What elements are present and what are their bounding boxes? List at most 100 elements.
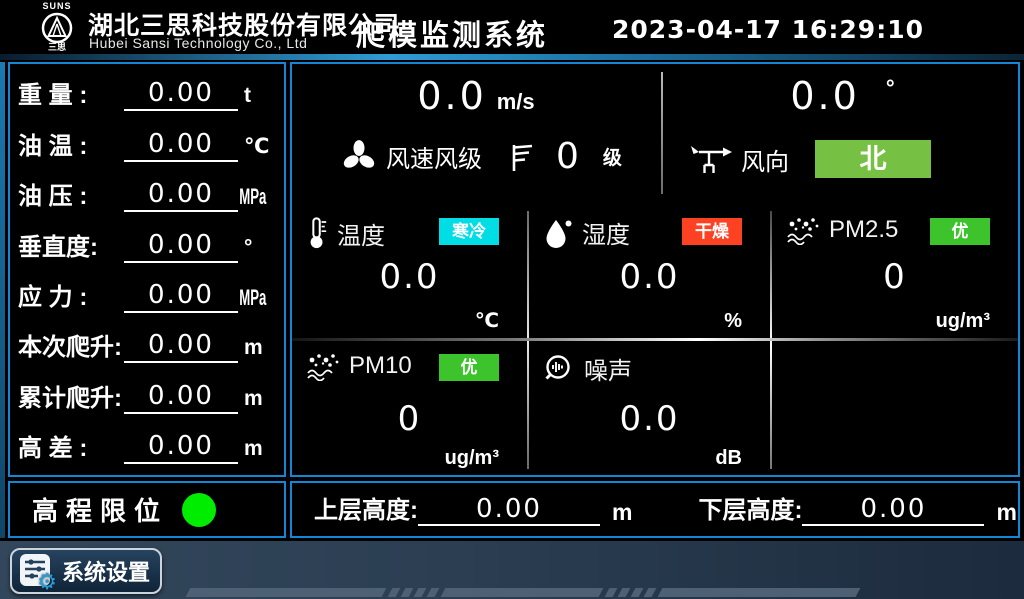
bottom-decoration-stripes [186, 588, 861, 597]
wind-direction-label: 风向 [741, 142, 789, 177]
sensor-cell-pm10: PM10 优 0 ug/m³ [292, 341, 527, 475]
droplet-icon [543, 216, 573, 250]
measure-unit: ℃ [238, 132, 276, 162]
company-name-en: Hubei Sansi Technology Co., Ltd [89, 35, 307, 51]
sensor-name: 湿度 [582, 215, 630, 250]
sensor-name: 温度 [337, 216, 385, 251]
sensor-cell-empty [772, 341, 1018, 475]
measure-unit: m [238, 333, 276, 363]
wind-speed-unit: m/s [497, 89, 535, 114]
company-logo: SUNS 三思 [34, 1, 80, 52]
measure-label: 重 量 : [18, 81, 124, 111]
sansi-logo-icon [38, 11, 76, 45]
measure-unit: MPa [238, 283, 261, 313]
noise-icon [543, 353, 575, 385]
wind-direction-unit: ° [886, 75, 895, 100]
header-divider [0, 54, 1024, 60]
measure-value: 0.00 [124, 380, 238, 414]
gear-icon: ⚙ [37, 571, 57, 593]
measure-row-weight: 重 量 : 0.00 t [18, 68, 276, 118]
measure-unit: m [238, 384, 276, 414]
logo-text-top: SUNS [34, 1, 80, 11]
environment-panel: 0.0 m/s 风速风级 0 级 [290, 62, 1020, 477]
page-title: 爬模监测系统 [356, 12, 548, 54]
temperature-status-badge: 寒冷 [439, 218, 499, 245]
settings-button-label: 系统设置 [62, 555, 150, 587]
measure-value: 0.00 [124, 329, 238, 363]
lower-height-group: 下层高度: 0.00 m [698, 494, 1016, 526]
wind-direction-row: 风向 北 [689, 140, 931, 178]
pm25-unit: ug/m³ [936, 310, 990, 333]
wind-speed-readout: 0.0 m/s [292, 74, 660, 118]
measure-row-oil-pressure: 油 压 : 0.00 MPa [18, 169, 276, 219]
left-edge-stripe [0, 62, 5, 538]
wind-vane-icon [689, 142, 733, 176]
sensor-head: 湿度 [543, 215, 630, 250]
sensor-head: 温度 [306, 215, 385, 251]
elevation-limit-label: 高程限位 [32, 491, 168, 528]
sensor-head: 噪声 [543, 351, 632, 386]
noise-value: 0.0 [529, 399, 770, 439]
measure-value: 0.00 [124, 77, 238, 111]
pm25-status-badge: 优 [930, 218, 990, 245]
measure-value: 0.00 [124, 178, 238, 212]
wind-level-flag-icon [508, 141, 534, 173]
fan-icon [340, 138, 378, 176]
wind-direction-value: 0.0 [790, 74, 859, 118]
upper-height-group: 上层高度: 0.00 m [314, 494, 632, 526]
temperature-value: 0.0 [292, 257, 527, 297]
humidity-unit: % [724, 310, 742, 333]
measure-unit: t [238, 81, 276, 111]
wind-level-readout: 风速风级 0 级 [340, 136, 622, 177]
wind-level-value: 0 [556, 136, 579, 177]
header: SUNS 三思 湖北三思科技股份有限公司 Hubei Sansi Technol… [0, 0, 1024, 54]
temperature-unit: ℃ [475, 308, 499, 333]
humidity-status-badge: 干燥 [682, 218, 742, 245]
measure-row-height-diff: 高 差 : 0.00 m [18, 421, 276, 471]
elevation-limit-panel: 高程限位 [8, 481, 286, 538]
lower-height-value: 0.00 [802, 494, 984, 526]
logo-text-bottom: 三思 [34, 43, 80, 52]
measure-row-current-climb: 本次爬升: 0.00 m [18, 320, 276, 370]
measure-value: 0.00 [124, 430, 238, 464]
elevation-limit-status-light [182, 493, 216, 527]
monitoring-screen: SUNS 三思 湖北三思科技股份有限公司 Hubei Sansi Technol… [0, 0, 1024, 599]
bottom-bar: ⚙ 系统设置 [0, 541, 1024, 599]
measure-label: 垂直度: [18, 233, 124, 263]
lower-height-unit: m [996, 498, 1016, 526]
measure-label: 累计爬升: [18, 384, 124, 414]
wind-speed-value: 0.0 [417, 74, 486, 118]
upper-height-value: 0.00 [418, 494, 600, 526]
particles-icon [786, 215, 820, 245]
upper-height-unit: m [612, 498, 632, 526]
measure-label: 应 力 : [18, 283, 124, 313]
pm10-value: 0 [292, 399, 527, 439]
measure-unit: m [238, 434, 276, 464]
measure-label: 本次爬升: [18, 333, 124, 363]
upper-height-label: 上层高度: [314, 496, 418, 526]
wind-direction-readout: 0.0 ° [663, 74, 1022, 118]
system-settings-button[interactable]: ⚙ 系统设置 [10, 548, 162, 594]
wind-level-unit: 级 [603, 143, 622, 170]
measure-row-verticality: 垂直度: 0.00 ° [18, 219, 276, 269]
pm10-unit: ug/m³ [445, 447, 499, 470]
heights-panel: 上层高度: 0.00 m 下层高度: 0.00 m [290, 481, 1020, 538]
sensor-name: PM10 [349, 352, 412, 380]
measure-row-oil-temp: 油 温 : 0.00 ℃ [18, 118, 276, 168]
sensor-cell-pm25: PM2.5 优 0 ug/m³ [772, 205, 1018, 338]
wind-speed-label: 风速风级 [386, 139, 482, 174]
wind-direction-section: 0.0 ° 风向 北 [663, 64, 1022, 205]
datetime-display: 2023-04-17 16:29:10 [612, 15, 924, 44]
measure-value: 0.00 [124, 128, 238, 162]
wind-speed-section: 0.0 m/s 风速风级 0 级 [292, 64, 660, 205]
wind-direction-badge[interactable]: 北 [815, 140, 931, 178]
sensor-name: 噪声 [584, 351, 632, 386]
pm25-value: 0 [772, 257, 1018, 297]
lower-height-label: 下层高度: [698, 496, 802, 526]
measure-row-stress: 应 力 : 0.00 MPa [18, 270, 276, 320]
sensor-grid: 温度 寒冷 0.0 ℃ 湿度 干燥 0.0 % [292, 205, 1018, 475]
sensor-cell-noise: 噪声 0.0 dB [529, 341, 770, 475]
sensor-head: PM2.5 [786, 215, 898, 245]
measurement-panel: 重 量 : 0.00 t 油 温 : 0.00 ℃ 油 压 : 0.00 MPa… [8, 62, 286, 477]
measure-label: 油 温 : [18, 132, 124, 162]
